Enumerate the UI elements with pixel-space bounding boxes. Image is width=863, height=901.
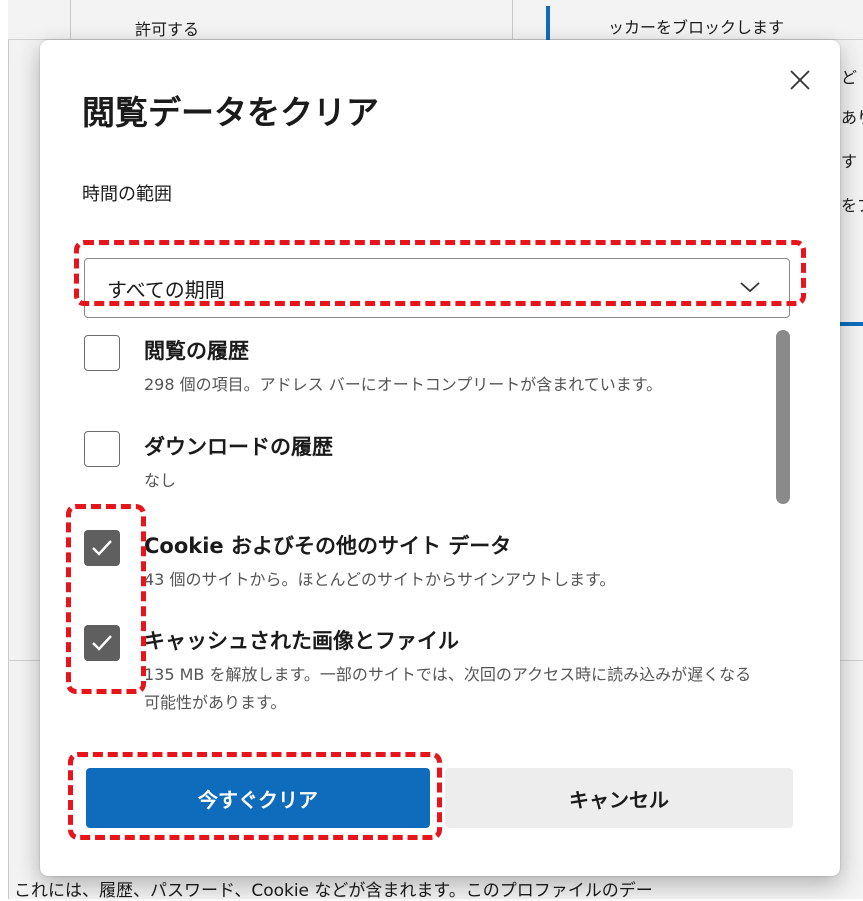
option-description: 135 MB を解放します。一部のサイトでは、次回のアクセス時に読み込みが遅くな…	[144, 665, 752, 712]
option-title: Cookie およびその他のサイト データ	[144, 534, 512, 558]
close-button[interactable]	[780, 60, 820, 100]
allow-column-text: 許可する	[135, 20, 200, 39]
dialog-title: 閲覧データをクリア	[82, 93, 379, 132]
option-title: ダウンロードの履歴	[144, 435, 333, 459]
background-text-fragment: あり	[841, 108, 863, 127]
clear-now-button[interactable]: 今すぐクリア	[86, 768, 430, 828]
cancel-button[interactable]: キャンセル	[445, 768, 793, 828]
background-text-fragment: ど	[841, 68, 858, 87]
clear-browsing-data-dialog: 閲覧データをクリア 時間の範囲 すべての期間 閲覧の履歴 298 個の項目。アド…	[40, 40, 840, 876]
download-history-checkbox[interactable]	[84, 431, 120, 467]
option-title: キャッシュされた画像とファイル	[144, 629, 459, 653]
scrollbar[interactable]	[776, 330, 790, 504]
checkmark-icon	[92, 540, 112, 556]
cookies-checkbox[interactable]	[84, 530, 120, 566]
chevron-down-icon	[740, 282, 760, 293]
block-trackers-text: ッカーをブロックします	[608, 18, 785, 37]
option-description: なし	[144, 471, 177, 490]
table-divider	[70, 0, 71, 40]
checkmark-icon	[92, 635, 112, 651]
background-toggle-line	[840, 322, 863, 326]
browsing-history-checkbox[interactable]	[84, 335, 120, 371]
time-range-value: すべての期間	[107, 277, 225, 302]
close-icon	[790, 70, 810, 90]
background-description-text: これには、履歴、パスワード、Cookie などが含まれます。このプロファイルのデ…	[14, 881, 653, 901]
background-text-fragment: す	[841, 152, 858, 171]
option-description: 298 個の項目。アドレス バーにオートコンプリートが含まれています。	[144, 375, 663, 394]
time-range-select[interactable]: すべての期間	[84, 258, 790, 318]
time-range-label: 時間の範囲	[82, 184, 172, 205]
option-description: 43 個のサイトから。ほとんどのサイトからサインアウトします。	[144, 570, 616, 589]
background-text-fragment: をブ	[841, 196, 863, 215]
table-divider	[512, 0, 513, 40]
data-type-list[interactable]: 閲覧の履歴 298 個の項目。アドレス バーにオートコンプリートが含まれています…	[84, 330, 794, 760]
selection-indicator	[546, 6, 550, 40]
option-title: 閲覧の履歴	[144, 339, 249, 363]
cached-images-checkbox[interactable]	[84, 625, 120, 661]
divider	[840, 660, 863, 661]
